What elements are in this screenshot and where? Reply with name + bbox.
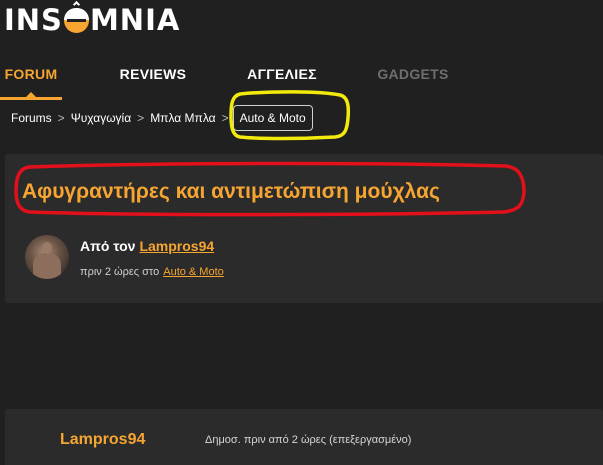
thread-forum-link[interactable]: Auto & Moto bbox=[163, 266, 224, 278]
logo-text-right: MNIA bbox=[89, 3, 181, 37]
author-prefix: Από τον bbox=[80, 238, 136, 254]
tab-aggelies-label: ΑΓΓΕΛΙΕΣ bbox=[247, 66, 317, 82]
thread-header-panel bbox=[5, 154, 603, 303]
thread-meta-line: πριν 2 ώρες στο Auto & Moto bbox=[80, 266, 224, 278]
author-avatar[interactable] bbox=[25, 235, 69, 279]
tab-forum-label: FORUM bbox=[4, 66, 58, 82]
tab-gadgets[interactable]: GADGETS bbox=[372, 66, 454, 100]
post-meta: Δημοσ. πριν από 2 ώρες (επεξεργασμένο) bbox=[205, 434, 412, 446]
thread-time: πριν 2 ώρες στο bbox=[80, 266, 160, 278]
breadcrumb-psychagogia[interactable]: Ψυχαγωγία bbox=[71, 111, 131, 125]
breadcrumb: Forums > Ψυχαγωγία > Μπλα Μπλα > Auto & … bbox=[11, 105, 313, 131]
author-link[interactable]: Lampros94 bbox=[139, 238, 214, 254]
logo-text-left: INS bbox=[4, 3, 63, 37]
tab-forum[interactable]: FORUM bbox=[0, 66, 62, 100]
breadcrumb-bla-bla[interactable]: Μπλα Μπλα bbox=[150, 111, 215, 125]
breadcrumb-auto-moto[interactable]: Auto & Moto bbox=[232, 105, 313, 131]
tab-gadgets-label: GADGETS bbox=[377, 66, 449, 82]
main-nav: FORUM REVIEWS ΑΓΓΕΛΙΕΣ GADGETS bbox=[0, 58, 603, 100]
breadcrumb-separator: > bbox=[57, 111, 65, 125]
active-tab-underline bbox=[0, 97, 62, 100]
tab-reviews[interactable]: REVIEWS bbox=[112, 66, 194, 100]
tab-aggelies[interactable]: ΑΓΓΕΛΙΕΣ bbox=[240, 66, 324, 100]
post-author-link[interactable]: Lampros94 bbox=[60, 431, 145, 449]
breadcrumb-forums[interactable]: Forums bbox=[11, 111, 52, 125]
insomnia-logo[interactable]: INS MNIA bbox=[4, 0, 181, 37]
breadcrumb-separator: > bbox=[137, 111, 145, 125]
thread-title: Αφυγραντήρες και αντιμετώπιση μούχλας bbox=[22, 180, 440, 203]
sleepy-face-logo-icon bbox=[63, 0, 89, 33]
breadcrumb-separator: > bbox=[221, 111, 229, 125]
tab-reviews-label: REVIEWS bbox=[119, 66, 187, 82]
thread-author-line: Από τον Lampros94 bbox=[80, 238, 214, 254]
